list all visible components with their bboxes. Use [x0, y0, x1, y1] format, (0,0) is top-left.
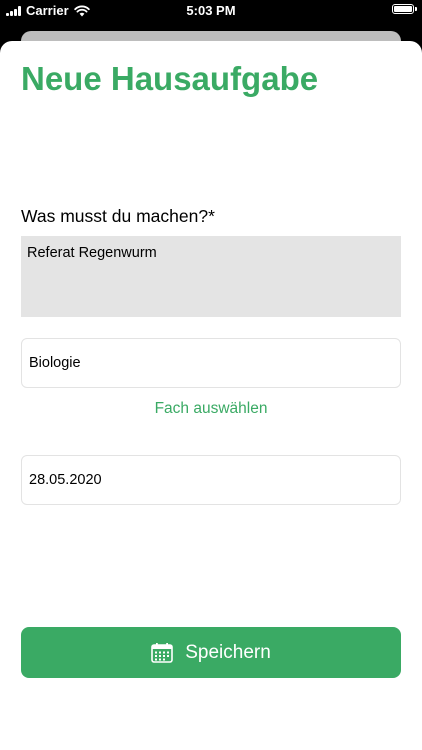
save-button-label: Speichern: [185, 641, 271, 663]
subject-field[interactable]: Biologie: [21, 338, 401, 388]
status-time: 5:03 PM: [186, 3, 236, 18]
choose-subject-button[interactable]: Fach auswählen: [0, 400, 422, 418]
task-label: Was musst du machen?*: [21, 206, 215, 226]
status-bar: Carrier 5:03 PM: [0, 0, 422, 22]
page-title: Neue Hausaufgabe: [21, 60, 319, 97]
save-button[interactable]: Speichern: [21, 627, 401, 678]
date-field[interactable]: 28.05.2020: [21, 455, 401, 505]
task-text-area[interactable]: Referat Regenwurm: [21, 236, 401, 317]
battery-icon: [392, 4, 417, 14]
calendar-icon: [151, 642, 174, 663]
battery-level: [394, 6, 412, 12]
